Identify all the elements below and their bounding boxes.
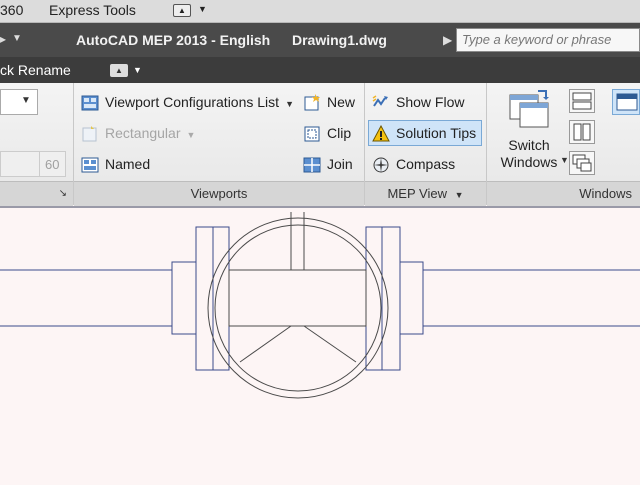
rectangular-viewport-icon: [82, 126, 97, 142]
menu-item-360[interactable]: 360: [0, 2, 23, 18]
named-label: Named: [105, 156, 151, 172]
search-input[interactable]: Type a keyword or phrase: [456, 28, 640, 52]
ribbon: ▼ 60 ↘ Viewport Configurations List ▼ Rec…: [0, 83, 640, 206]
file-tabs-button[interactable]: [612, 89, 640, 115]
tile-horizontal-icon: [572, 92, 592, 110]
cascade-windows-icon: [572, 154, 592, 172]
new-label: New: [327, 94, 356, 110]
named-button[interactable]: Named: [81, 153, 150, 175]
tile-horizontally-button[interactable]: [569, 89, 595, 113]
solution-tips-button[interactable]: Solution Tips: [368, 120, 482, 146]
show-flow-icon: [372, 95, 388, 107]
join-viewports-icon: [303, 157, 321, 173]
chevron-down-icon: ▼: [21, 95, 31, 106]
switch-windows-label-line1: Switch: [508, 137, 550, 153]
new-viewport-button[interactable]: New: [303, 91, 355, 113]
viewports-panel-title: Viewports: [74, 181, 364, 206]
join-button[interactable]: Join: [303, 153, 353, 175]
mep-view-title-label: MEP View: [387, 186, 447, 201]
compass-label: Compass: [396, 156, 456, 172]
document-title: Drawing1.dwg: [292, 32, 387, 48]
named-viewports-icon: [81, 157, 99, 173]
compass-button[interactable]: Compass: [372, 153, 455, 175]
field-value: 60: [45, 157, 60, 172]
rectangular-label: Rectangular: [105, 125, 181, 141]
quick-toolbar: ck Rename ▲ ▼: [0, 57, 640, 83]
solution-tips-label: Solution Tips: [396, 125, 477, 141]
switch-windows-button[interactable]: Switch Windows ▼: [498, 89, 569, 175]
join-label: Join: [327, 156, 353, 172]
windows-panel-title: Windows: [487, 181, 640, 206]
windows-title-label: Windows: [579, 186, 632, 201]
new-viewport-icon: [304, 94, 320, 111]
drawing-canvas[interactable]: [0, 206, 640, 480]
switch-windows-icon: [509, 90, 549, 128]
mep-view-panel-title[interactable]: MEP View ▼: [365, 181, 486, 206]
valve-drawing: [0, 212, 640, 399]
file-tabs-icon: [616, 93, 638, 111]
chevron-down-icon: ▼: [560, 155, 569, 165]
chevron-down-icon[interactable]: ▼: [133, 65, 142, 75]
show-flow-button[interactable]: Show Flow: [372, 91, 464, 113]
rectangular-button[interactable]: Rectangular ▼: [81, 122, 195, 144]
clip-button[interactable]: Clip: [303, 122, 351, 144]
viewport-configurations-list[interactable]: Viewport Configurations List ▼: [81, 91, 294, 113]
compass-icon: [373, 157, 389, 173]
tile-vertically-button[interactable]: [569, 120, 595, 144]
cascade-button[interactable]: [569, 151, 595, 175]
chevron-down-icon: ▼: [285, 99, 294, 109]
tile-vertical-icon: [573, 123, 591, 141]
app-title: AutoCAD MEP 2013 - English: [76, 32, 271, 48]
menu-item-express-tools[interactable]: Express Tools: [49, 2, 136, 18]
value-field[interactable]: 60: [0, 151, 66, 177]
warning-icon: [372, 125, 390, 142]
viewport-configurations-label: Viewport Configurations List: [105, 94, 280, 110]
viewport-config-icon: [81, 95, 99, 111]
left-panel-title: ↘: [0, 181, 73, 206]
toolbar-minimize-icon[interactable]: ▲: [110, 64, 128, 77]
panel-dialog-launcher-icon[interactable]: ↘: [59, 182, 67, 206]
clip-label: Clip: [327, 125, 352, 141]
chevron-down-icon: ▼: [186, 130, 196, 140]
ribbon-minimize-icon[interactable]: ▲: [173, 4, 191, 17]
layer-dropdown[interactable]: ▼: [0, 89, 38, 115]
field-divider: [39, 152, 40, 176]
switch-windows-label-line2: Windows: [500, 154, 558, 170]
chevron-down-icon: ▼: [454, 190, 464, 200]
quick-rename-label[interactable]: ck Rename: [0, 62, 71, 78]
menu-bar: 360 Express Tools ▲ ▼: [0, 0, 640, 23]
search-expand-icon[interactable]: ▶: [443, 33, 452, 47]
chevron-down-icon[interactable]: ▼: [198, 4, 207, 14]
quick-access-dropdown-icon[interactable]: ▼: [12, 33, 22, 44]
toolbar-overflow-icon[interactable]: ▸: [0, 32, 6, 46]
show-flow-label: Show Flow: [396, 94, 465, 110]
clip-viewport-icon: [304, 126, 320, 142]
title-bar: ▸ ▼ AutoCAD MEP 2013 - English Drawing1.…: [0, 23, 640, 57]
